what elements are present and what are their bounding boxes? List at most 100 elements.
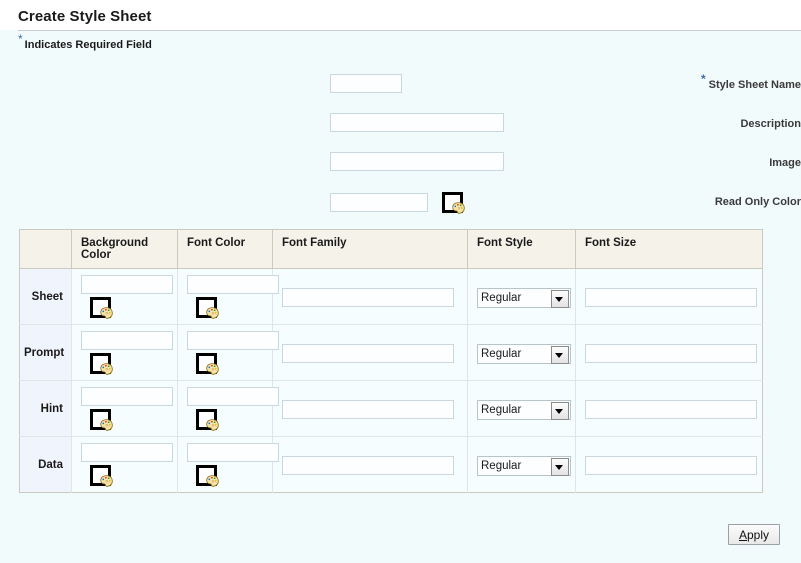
hint-font-color-input[interactable] — [187, 387, 279, 406]
table-row: Sheet Regular — [19, 268, 763, 325]
color-picker-icon[interactable] — [89, 296, 113, 320]
hint-font-style-select[interactable]: RegularBoldItalicBold Italic — [477, 399, 571, 420]
form-row-style-sheet-name: * Style Sheet Name — [0, 73, 801, 113]
prompt-background-color-input[interactable] — [81, 331, 173, 350]
cell-prompt-font-color — [177, 324, 279, 381]
column-header-background-color: Background Color — [71, 229, 178, 269]
palette-icon — [100, 475, 113, 487]
sheet-font-color-input[interactable] — [187, 275, 279, 294]
description-input[interactable] — [330, 113, 504, 132]
hint-background-color-input[interactable] — [81, 387, 173, 406]
palette-icon — [452, 202, 465, 214]
required-asterisk-icon: * — [18, 32, 23, 47]
form-row-image: Image — [0, 152, 801, 191]
cell-sheet-font-size — [575, 268, 763, 325]
cell-data-font-family — [272, 436, 468, 493]
palette-icon — [206, 363, 219, 375]
apply-button[interactable]: Apply — [727, 524, 780, 545]
field-wrap-description — [330, 113, 504, 132]
cell-sheet-font-color — [177, 268, 279, 325]
apply-accesskey-letter: A — [738, 527, 747, 542]
style-sheet-name-input[interactable] — [330, 74, 402, 93]
cell-prompt-font-size — [575, 324, 763, 381]
column-header-font-color: Font Color — [177, 229, 273, 269]
palette-icon — [100, 363, 113, 375]
data-font-size-input[interactable] — [585, 456, 757, 475]
hint-font-family-input[interactable] — [282, 400, 454, 419]
cell-sheet-font-style: RegularBoldItalicBold Italic — [467, 268, 576, 325]
cell-data-font-style: RegularBoldItalicBold Italic — [467, 436, 576, 493]
cell-sheet-font-family — [272, 268, 468, 325]
data-background-color-input[interactable] — [81, 443, 173, 462]
label-description: Description — [740, 118, 801, 130]
action-bar: Apply — [0, 524, 801, 554]
data-font-style-select[interactable]: RegularBoldItalicBold Italic — [477, 455, 571, 476]
color-picker-icon[interactable] — [195, 464, 219, 488]
palette-icon — [206, 307, 219, 319]
color-picker-icon[interactable] — [89, 352, 113, 376]
cell-prompt-font-family — [272, 324, 468, 381]
cell-data-font-color — [177, 436, 279, 493]
label-style-sheet-name: * Style Sheet Name — [483, 73, 801, 91]
cell-hint-font-size — [575, 380, 763, 437]
prompt-font-family-input[interactable] — [282, 344, 454, 363]
palette-icon — [100, 419, 113, 431]
apply-label-rest: pply — [746, 527, 769, 542]
field-wrap-read-only-color — [330, 191, 465, 215]
field-wrap-style-sheet-name — [330, 74, 402, 93]
table-row: Prompt Regular — [19, 324, 763, 381]
row-label-prompt: Prompt — [19, 324, 72, 381]
sheet-font-family-input[interactable] — [282, 288, 454, 307]
label-text: Style Sheet Name — [708, 79, 801, 91]
color-picker-icon[interactable] — [441, 191, 465, 215]
column-header-font-style: Font Style — [467, 229, 576, 269]
header-divider — [18, 30, 801, 31]
read-only-color-input[interactable] — [330, 193, 428, 213]
cell-sheet-background-color — [71, 268, 178, 325]
row-label-data: Data — [19, 436, 72, 493]
cell-hint-font-family — [272, 380, 468, 437]
cell-hint-font-color — [177, 380, 279, 437]
cell-hint-background-color — [71, 380, 178, 437]
column-header-row-label — [19, 229, 72, 269]
cell-data-background-color — [71, 436, 178, 493]
palette-icon — [206, 419, 219, 431]
table-row: Hint Regular — [19, 380, 763, 437]
color-picker-icon[interactable] — [195, 408, 219, 432]
color-picker-icon[interactable] — [89, 408, 113, 432]
column-header-font-family: Font Family — [272, 229, 468, 269]
color-picker-icon[interactable] — [195, 352, 219, 376]
required-field-note: * Indicates Required Field — [18, 33, 152, 51]
label-image: Image — [769, 157, 801, 169]
color-picker-icon[interactable] — [195, 296, 219, 320]
style-definition-table: Background Color Font Color Font Family … — [19, 229, 763, 493]
required-note-label: Indicates Required Field — [24, 39, 152, 51]
table-header-row: Background Color Font Color Font Family … — [19, 229, 763, 269]
cell-prompt-background-color — [71, 324, 178, 381]
row-label-hint: Hint — [19, 380, 72, 437]
palette-icon — [206, 475, 219, 487]
form-row-read-only-color: Read Only Color — [0, 191, 801, 230]
data-font-color-input[interactable] — [187, 443, 279, 462]
data-font-family-input[interactable] — [282, 456, 454, 475]
sheet-font-style-select[interactable]: RegularBoldItalicBold Italic — [477, 287, 571, 308]
field-wrap-image — [330, 152, 504, 171]
image-input[interactable] — [330, 152, 504, 171]
form-row-description: Description — [0, 113, 801, 152]
prompt-font-color-input[interactable] — [187, 331, 279, 350]
palette-icon — [100, 307, 113, 319]
cell-hint-font-style: RegularBoldItalicBold Italic — [467, 380, 576, 437]
column-header-font-size: Font Size — [575, 229, 763, 269]
page-title: Create Style Sheet — [18, 8, 152, 25]
sheet-font-size-input[interactable] — [585, 288, 757, 307]
style-sheet-form: * Style Sheet Name Description Image Read… — [0, 73, 801, 230]
label-read-only-color: Read Only Color — [714, 196, 801, 208]
prompt-font-style-select[interactable]: RegularBoldItalicBold Italic — [477, 343, 571, 364]
row-label-sheet: Sheet — [19, 268, 72, 325]
prompt-font-size-input[interactable] — [585, 344, 757, 363]
color-picker-icon[interactable] — [89, 464, 113, 488]
sheet-background-color-input[interactable] — [81, 275, 173, 294]
hint-font-size-input[interactable] — [585, 400, 757, 419]
cell-prompt-font-style: RegularBoldItalicBold Italic — [467, 324, 576, 381]
required-asterisk-icon: * — [701, 72, 706, 87]
